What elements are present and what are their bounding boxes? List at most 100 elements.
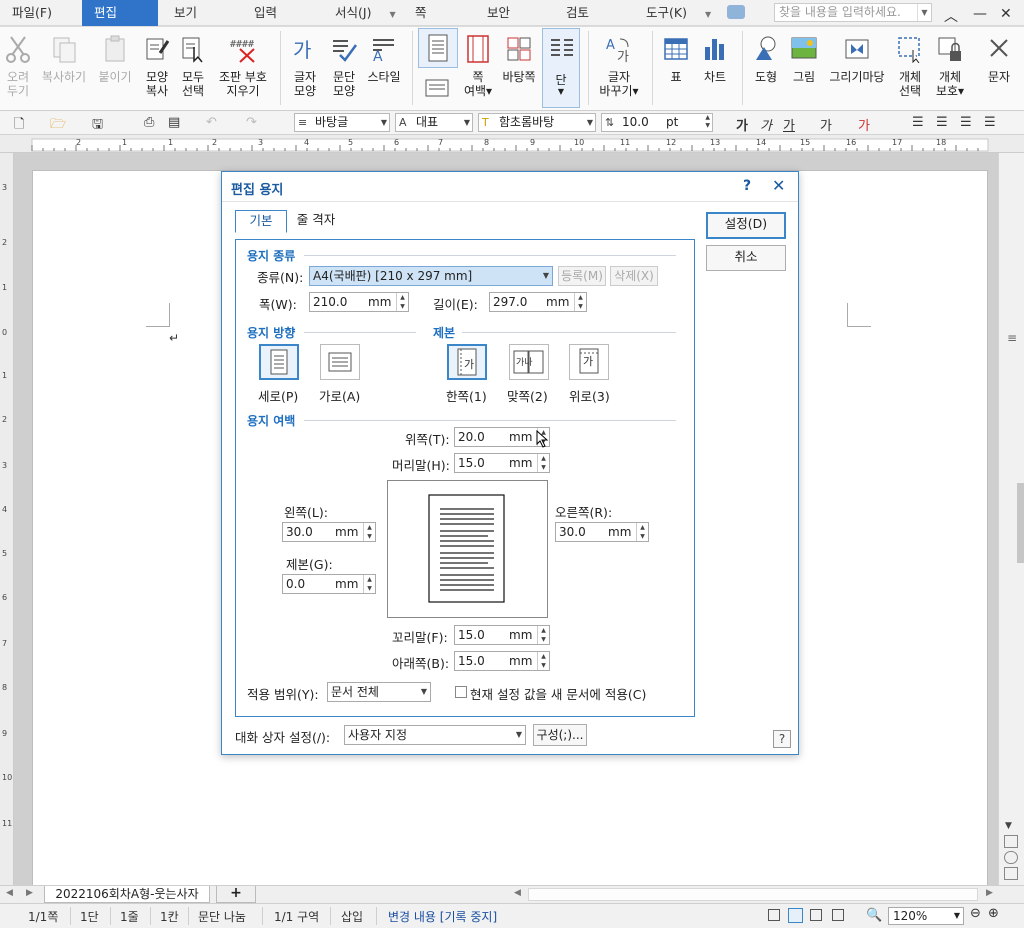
paper-kind-select[interactable]: A4(국배판) [210 x 297 mm] ▼ [309,266,553,286]
page-landscape-button[interactable] [418,73,458,105]
clipart-button[interactable]: 그리기마당 [824,27,890,111]
register-button[interactable]: 등록(M) [558,266,606,286]
next-page-icon[interactable] [1004,867,1018,880]
landscape-option[interactable] [320,344,360,380]
spinner-icon[interactable]: ▲ ▼ [574,293,586,311]
style-select[interactable]: ≡ 바탕글 ▼ [294,113,390,132]
browse-object-icon[interactable] [1004,851,1018,864]
char-shape-button[interactable]: 가 글자 모양 [286,27,324,111]
binding-single-option[interactable]: 가 [447,344,487,380]
dialog-titlebar[interactable]: 편집 용지 ? ✕ [222,172,798,202]
close-icon[interactable]: ✕ [1000,6,1012,22]
tab-basic[interactable]: 기본 [235,210,287,233]
minimize-icon[interactable]: — [973,6,987,22]
paste-button[interactable]: 붙이기 [94,27,136,111]
width-view-icon[interactable] [810,909,822,921]
status-insert[interactable]: 삽입 [341,908,363,925]
page-margin-button[interactable]: 쪽 여백▾ [460,27,496,111]
strikethrough-icon[interactable]: 가 [820,115,832,134]
zoom-out-icon[interactable]: ⊖ [970,906,981,921]
help-icon[interactable]: ? [743,178,751,194]
cut-button[interactable]: 오려 두기 [2,27,34,111]
apply-new-doc-checkbox[interactable] [455,686,467,698]
column-button[interactable]: 단 ▼ [542,28,580,108]
master-page-button[interactable]: 바탕쪽 [498,27,540,111]
align-center-icon[interactable]: ☰ [960,115,972,130]
align-left-icon[interactable]: ☰ [936,115,948,130]
select-all-button[interactable]: 모두 선택 [176,27,210,111]
config-button[interactable]: 구성(;)... [533,724,587,746]
preview-icon[interactable]: ▤ [168,115,180,130]
horizontal-scrollbar[interactable] [528,888,978,901]
horizontal-ruler[interactable]: 2 1 1 2 3 4 5 6 7 8 9 10 11 12 13 14 15 16 17 18 [0,135,1024,153]
margin-header-input[interactable]: 15.0 mm ▲ ▼ [454,453,550,473]
menu-input[interactable]: 입력(D)▼ [242,0,318,46]
page-view-button[interactable] [418,28,458,68]
bold-icon[interactable]: 가 [736,115,748,134]
language-select[interactable]: A 대표 ▼ [395,113,473,132]
vertical-scrollbar[interactable]: ≡ ▼ [998,153,1024,885]
chevron-down-icon[interactable]: ▼ [917,4,931,21]
binding-top-option[interactable]: 가 [569,344,609,380]
para-shape-button[interactable]: 문단 모양 [326,27,362,111]
collapse-ribbon-icon[interactable]: ︿ [944,6,958,26]
binding-facing-option[interactable]: 가나 [509,344,549,380]
help-icon[interactable]: ? [773,730,791,748]
document-tab[interactable]: 2022106회차A형-웃는사자 [44,886,210,903]
dialog-setting-select[interactable]: 사용자 지정 ▼ [344,725,526,745]
picture-button[interactable]: 그림 [786,27,822,111]
table-button[interactable]: 표 [658,27,694,111]
margin-footer-input[interactable]: 15.0 mm ▲ ▼ [454,625,550,645]
print-icon[interactable]: ⎙ [144,115,154,130]
select-object-button[interactable]: 개체 선택 [892,27,928,111]
copy-button[interactable]: 복사하기 [38,27,90,111]
undo-icon[interactable]: ↶ [206,115,217,130]
menu-security[interactable]: 보안(R)▼ [475,0,551,46]
multi-page-view-icon[interactable] [832,909,844,921]
fullscreen-view-icon[interactable] [768,909,780,921]
spinner-icon[interactable]: ▲ ▼ [396,293,408,311]
protect-object-button[interactable]: 개체 보호▾ [930,27,970,111]
split-handle-icon[interactable]: ≡ [1007,331,1017,345]
cancel-button[interactable]: 취소 [706,245,786,271]
delete-button[interactable]: 삭제(X) [610,266,658,286]
margin-left-input[interactable]: 30.0 mm ▲ ▼ [282,522,376,542]
margin-gutter-input[interactable]: 0.0 mm ▲ ▼ [282,574,376,594]
shape-button[interactable]: 도형 [748,27,784,111]
set-button[interactable]: 설정(D) [706,212,786,239]
menu-view[interactable]: 보기(U)▼ [162,0,238,46]
vertical-ruler[interactable]: 3 2 1 0 1 2 3 4 5 6 7 8 9 10 11 [0,153,14,885]
font-select[interactable]: T 함초롬바탕 ▼ [478,113,596,132]
tab-scroll-left-icon[interactable]: ◀ [6,888,13,898]
menu-format[interactable]: 서식(J) ▼ [323,0,399,26]
symbol-button[interactable]: 문자 [982,27,1016,111]
spinner-icon[interactable]: ▲ ▼ [537,454,549,472]
portrait-option[interactable] [259,344,299,380]
align-right-icon[interactable]: ☰ [984,115,996,130]
hscroll-left-icon[interactable]: ◀ [514,888,521,898]
menu-edit[interactable]: 편집(E)▼ [82,0,158,46]
prev-page-icon[interactable] [1004,835,1018,848]
margin-right-input[interactable]: 30.0 mm ▲ ▼ [555,522,649,542]
status-track-changes[interactable]: 변경 내용 [기록 중지] [388,908,497,925]
status-page[interactable]: 1/1쪽 [28,908,58,925]
save-icon[interactable]: 🖫 [92,115,103,137]
close-icon[interactable]: ✕ [772,176,785,195]
menu-page[interactable]: 쪽(W)▼ [403,0,471,46]
menu-file[interactable]: 파일(F) [0,0,74,26]
remove-marks-button[interactable]: #### 조판 부호 지우기 [212,27,274,111]
redo-icon[interactable]: ↷ [246,115,257,130]
zoom-in-icon[interactable]: ⊕ [988,906,999,921]
font-color-icon[interactable]: 가 [858,115,870,134]
style-button[interactable]: A 스타일 [364,27,404,111]
page-view-icon[interactable] [788,908,803,923]
format-painter-button[interactable]: 모양 복사 [140,27,174,111]
align-justify-icon[interactable]: ☰ [912,115,924,130]
menu-tools[interactable]: 도구(K) ▼ [634,0,718,26]
spinner-icon[interactable]: ▲ ▼ [537,652,549,670]
italic-icon[interactable]: 가 [760,115,772,134]
add-tab-button[interactable]: + [216,886,256,903]
menu-review[interactable]: 검토(H)▼ [554,0,630,46]
replace-text-button[interactable]: A가 글자 바꾸기▾ [594,27,644,111]
tab-scroll-right-icon[interactable]: ▶ [26,888,33,898]
